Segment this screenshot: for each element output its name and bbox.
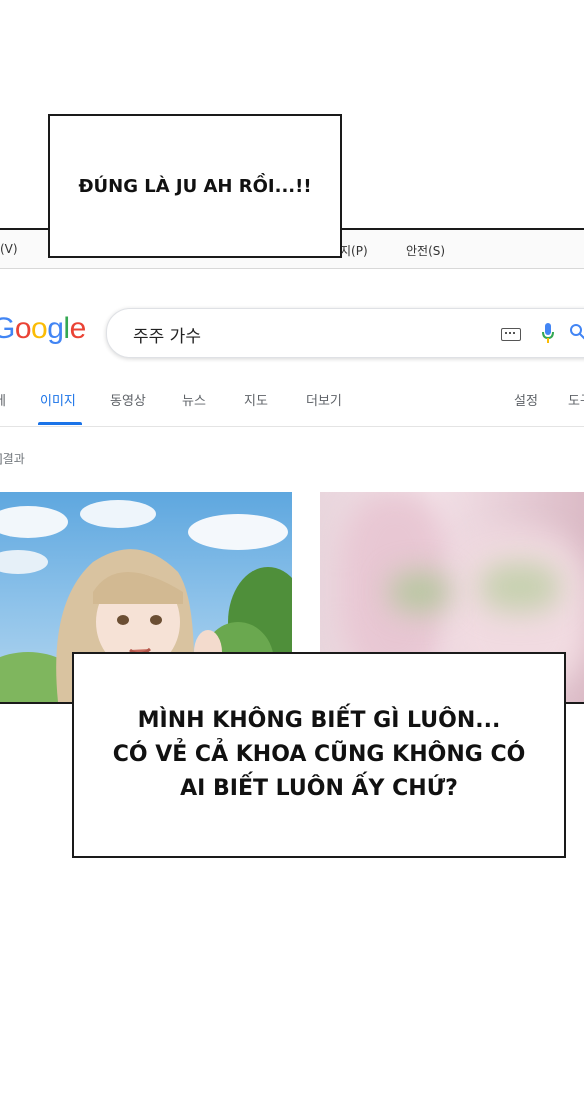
results-label: ]결과 [0,452,25,466]
active-tab-indicator [38,422,82,425]
tab-videos[interactable]: 동영상 [110,390,146,409]
google-logo[interactable]: Google [0,312,86,346]
browser-screenshot-panel: (V) 지(P) 안전(S) Google 주주 가수 에 이미지 동영상 뉴스… [0,228,584,704]
search-query: 주주 가수 [133,327,201,347]
tab-more[interactable]: 더보기 [306,390,342,409]
blur-shape [480,562,560,612]
tab-settings[interactable]: 설정 [514,390,538,409]
mic-icon[interactable] [541,322,555,344]
blur-shape [390,572,450,612]
search-input[interactable]: 주주 가수 [106,308,584,358]
tab-all[interactable]: 에 [0,390,6,409]
menu-item-view[interactable]: (V) [0,242,18,256]
tab-tools[interactable]: 도구 [568,390,584,409]
menu-item-help[interactable]: 지(P) [340,242,368,259]
speech-box-bottom: MÌNH KHÔNG BIẾT GÌ LUÔN... CÓ VẺ CẢ KHOA… [72,652,566,858]
search-tabs: 에 이미지 동영상 뉴스 지도 더보기 설정 도구 [0,380,584,427]
tab-images[interactable]: 이미지 [40,390,76,409]
search-lens-icon[interactable] [569,323,584,341]
speech-box-top: ĐÚNG LÀ JU AH RỒI...!! [48,114,342,258]
menu-item-safety[interactable]: 안전(S) [406,242,445,259]
keyboard-icon[interactable] [501,328,521,341]
tab-news[interactable]: 뉴스 [182,390,206,409]
tab-maps[interactable]: 지도 [244,390,268,409]
